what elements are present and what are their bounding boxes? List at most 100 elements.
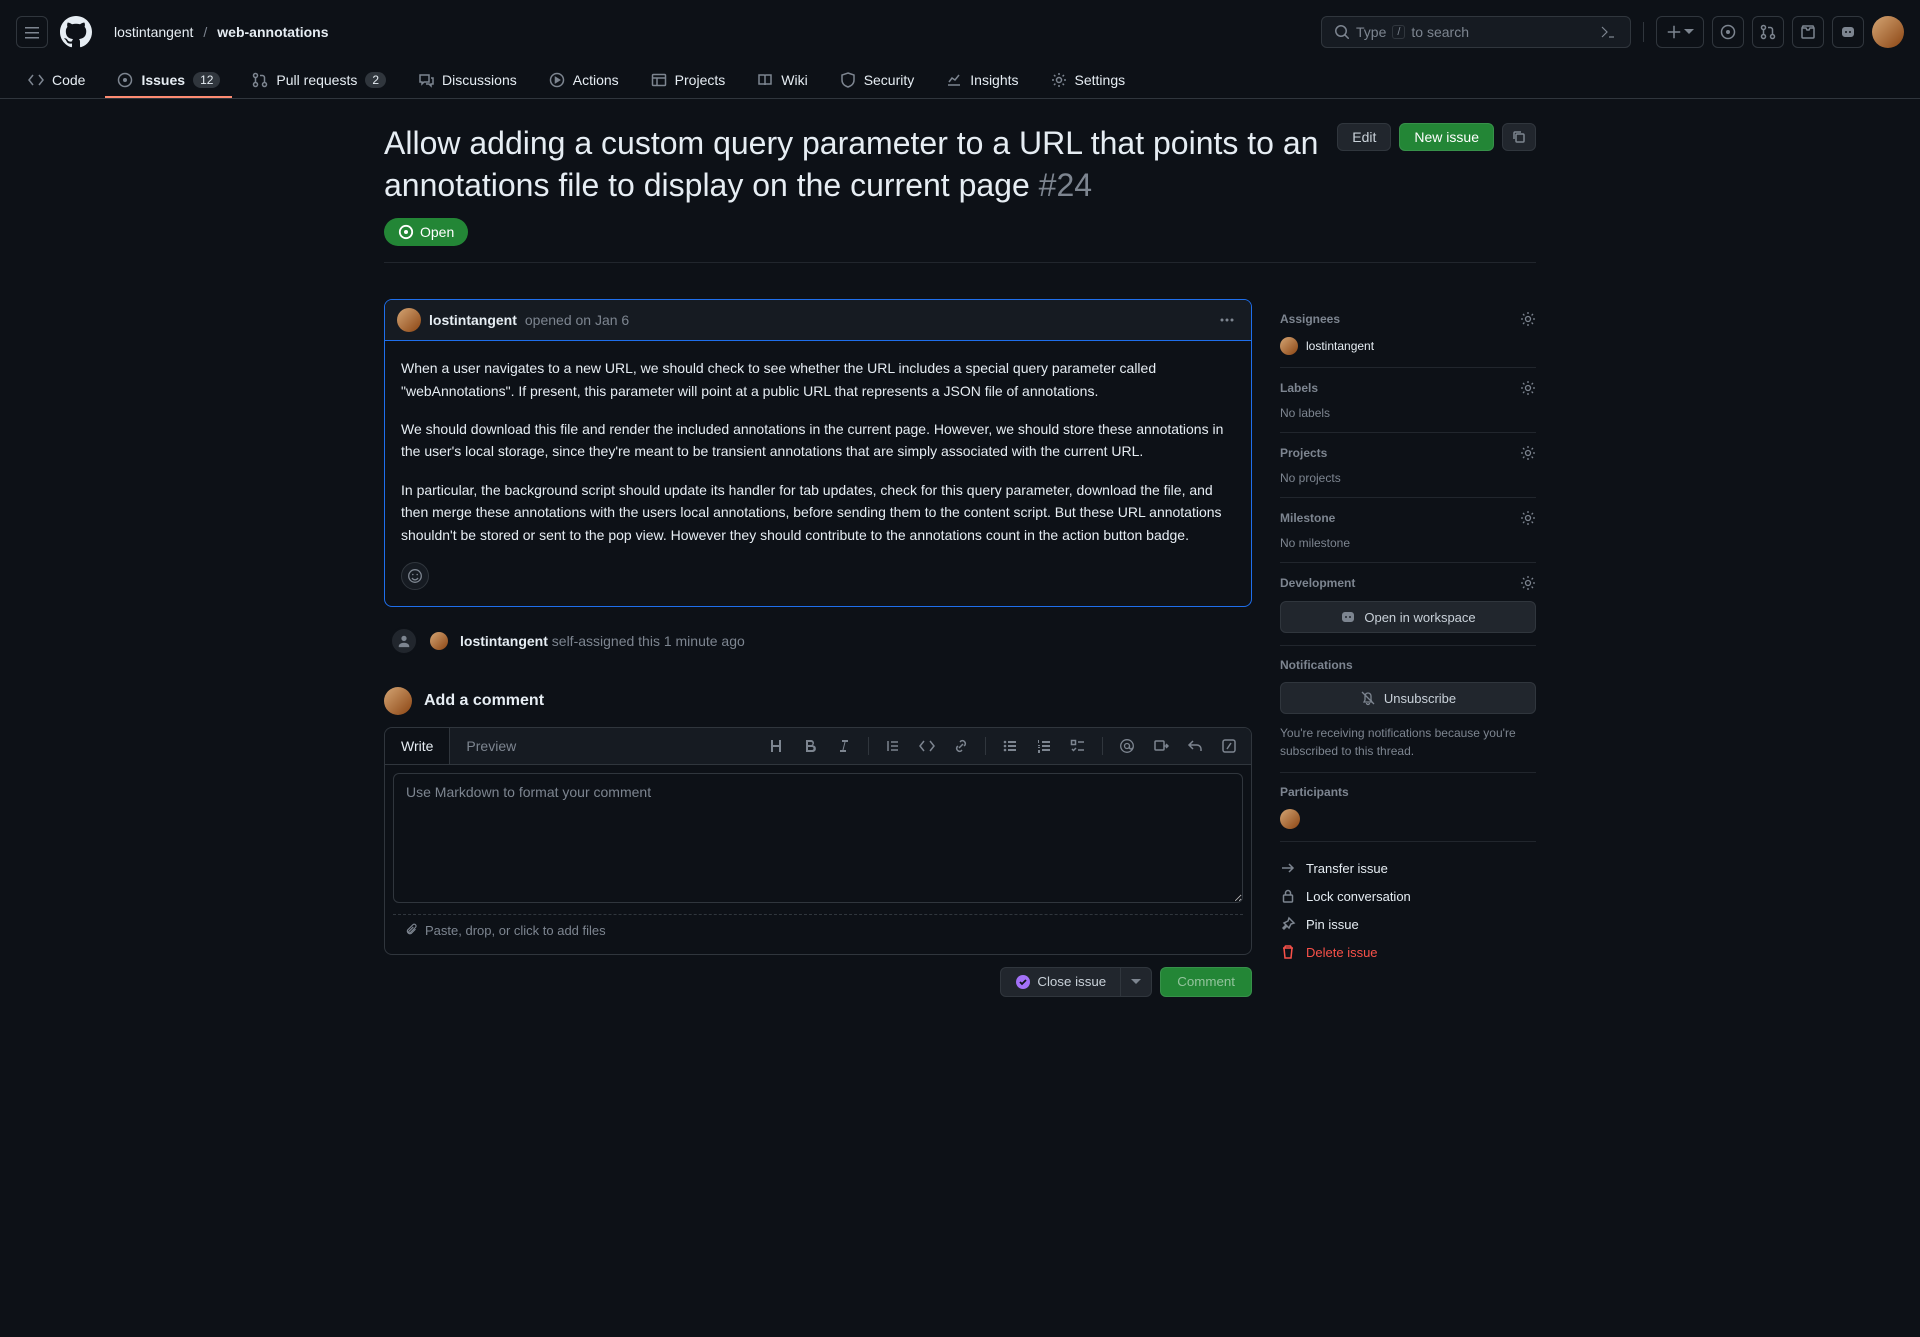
timeline-item: lostintangent self-assigned this 1 minut… — [384, 615, 1252, 667]
italic-icon — [836, 738, 852, 754]
nav-code[interactable]: Code — [16, 64, 97, 98]
comment-author-avatar[interactable] — [397, 308, 421, 332]
pr-icon — [1760, 24, 1776, 40]
breadcrumb-owner[interactable]: lostintangent — [108, 20, 199, 44]
nav-settings[interactable]: Settings — [1039, 64, 1138, 98]
lock-conversation-action[interactable]: Lock conversation — [1280, 882, 1536, 910]
tasklist-button[interactable] — [1064, 732, 1092, 760]
issues-button[interactable] — [1712, 16, 1744, 48]
wiki-icon — [757, 72, 773, 88]
github-logo[interactable] — [60, 16, 92, 48]
slash-button[interactable] — [1215, 732, 1243, 760]
caret-down-icon — [1684, 27, 1694, 37]
plus-icon — [1666, 24, 1682, 40]
pr-count-badge: 2 — [365, 72, 386, 88]
discussions-icon — [418, 72, 434, 88]
hamburger-icon — [24, 24, 40, 40]
timeline-avatar[interactable] — [430, 632, 448, 650]
close-issue-button[interactable]: Close issue — [1000, 967, 1121, 997]
close-issue-dropdown[interactable] — [1121, 967, 1152, 997]
reply-button[interactable] — [1181, 732, 1209, 760]
comment-menu-button[interactable] — [1215, 308, 1239, 332]
assignee-item[interactable]: lostintangent — [1280, 337, 1536, 355]
projects-icon — [651, 72, 667, 88]
mention-button[interactable] — [1113, 732, 1141, 760]
delete-issue-action[interactable]: Delete issue — [1280, 938, 1536, 966]
copy-link-button[interactable] — [1502, 123, 1536, 151]
open-issue-icon — [398, 224, 414, 240]
lock-icon — [1280, 888, 1296, 904]
issue-closed-icon — [1015, 974, 1031, 990]
nav-discussions[interactable]: Discussions — [406, 64, 529, 98]
person-icon — [397, 634, 411, 648]
tab-write[interactable]: Write — [385, 728, 450, 764]
projects-empty: No projects — [1280, 471, 1536, 485]
development-gear[interactable] — [1520, 575, 1536, 591]
comment-button[interactable]: Comment — [1160, 967, 1252, 997]
transfer-issue-action[interactable]: Transfer issue — [1280, 854, 1536, 882]
open-in-workspace-button[interactable]: Open in workspace — [1280, 601, 1536, 633]
ol-button[interactable] — [1030, 732, 1058, 760]
ol-icon — [1036, 738, 1052, 754]
projects-gear[interactable] — [1520, 445, 1536, 461]
issue-icon — [117, 72, 133, 88]
nav-insights[interactable]: Insights — [934, 64, 1030, 98]
gear-icon — [1520, 311, 1536, 327]
pin-issue-action[interactable]: Pin issue — [1280, 910, 1536, 938]
labels-gear[interactable] — [1520, 380, 1536, 396]
hamburger-menu-button[interactable] — [16, 16, 48, 48]
add-comment-title: Add a comment — [424, 692, 544, 710]
create-new-button[interactable] — [1656, 16, 1704, 48]
edit-button[interactable]: Edit — [1337, 123, 1391, 151]
timeline-author[interactable]: lostintangent — [460, 633, 548, 649]
code-icon — [919, 738, 935, 754]
unsubscribe-button[interactable]: Unsubscribe — [1280, 682, 1536, 714]
command-palette-icon — [1598, 22, 1618, 42]
breadcrumb: lostintangent / web-annotations — [108, 20, 335, 44]
status-badge: Open — [384, 218, 468, 246]
new-issue-button[interactable]: New issue — [1399, 123, 1494, 151]
copilot-icon — [1340, 609, 1356, 625]
link-button[interactable] — [947, 732, 975, 760]
user-avatar[interactable] — [1872, 16, 1904, 48]
issue-dot-icon — [1720, 24, 1736, 40]
participant-avatar[interactable] — [1280, 809, 1300, 829]
nav-security[interactable]: Security — [828, 64, 927, 98]
italic-button[interactable] — [830, 732, 858, 760]
issue-number: #24 — [1039, 167, 1092, 203]
nav-pull-requests[interactable]: Pull requests2 — [240, 64, 398, 98]
breadcrumb-repo[interactable]: web-annotations — [211, 20, 334, 44]
heading-icon — [768, 738, 784, 754]
nav-issues[interactable]: Issues12 — [105, 64, 232, 98]
comment-textarea[interactable] — [393, 773, 1243, 903]
comment-author[interactable]: lostintangent — [429, 312, 517, 328]
tab-preview[interactable]: Preview — [450, 728, 532, 764]
bold-button[interactable] — [796, 732, 824, 760]
assignees-gear[interactable] — [1520, 311, 1536, 327]
bell-slash-icon — [1360, 690, 1376, 706]
copy-icon — [1511, 129, 1527, 145]
reference-button[interactable] — [1147, 732, 1175, 760]
nav-wiki[interactable]: Wiki — [745, 64, 819, 98]
copilot-button[interactable] — [1832, 16, 1864, 48]
assignee-avatar — [1280, 337, 1298, 355]
quote-button[interactable] — [879, 732, 907, 760]
notifications-button[interactable] — [1792, 16, 1824, 48]
nav-actions[interactable]: Actions — [537, 64, 631, 98]
code-button[interactable] — [913, 732, 941, 760]
ul-button[interactable] — [996, 732, 1024, 760]
issue-comment: lostintangent opened on Jan 6 When a use… — [384, 299, 1252, 607]
search-input[interactable]: Type / to search — [1321, 16, 1631, 48]
pin-icon — [1280, 916, 1296, 932]
arrow-right-icon — [1280, 860, 1296, 876]
add-reaction-button[interactable] — [401, 562, 429, 590]
gear-icon — [1520, 380, 1536, 396]
milestone-gear[interactable] — [1520, 510, 1536, 526]
development-title: Development — [1280, 576, 1355, 590]
current-user-avatar[interactable] — [384, 687, 412, 715]
heading-button[interactable] — [762, 732, 790, 760]
nav-projects[interactable]: Projects — [639, 64, 738, 98]
attach-bar[interactable]: Paste, drop, or click to add files — [393, 914, 1243, 946]
comment-editor: Write Preview — [384, 727, 1252, 955]
pull-requests-button[interactable] — [1752, 16, 1784, 48]
